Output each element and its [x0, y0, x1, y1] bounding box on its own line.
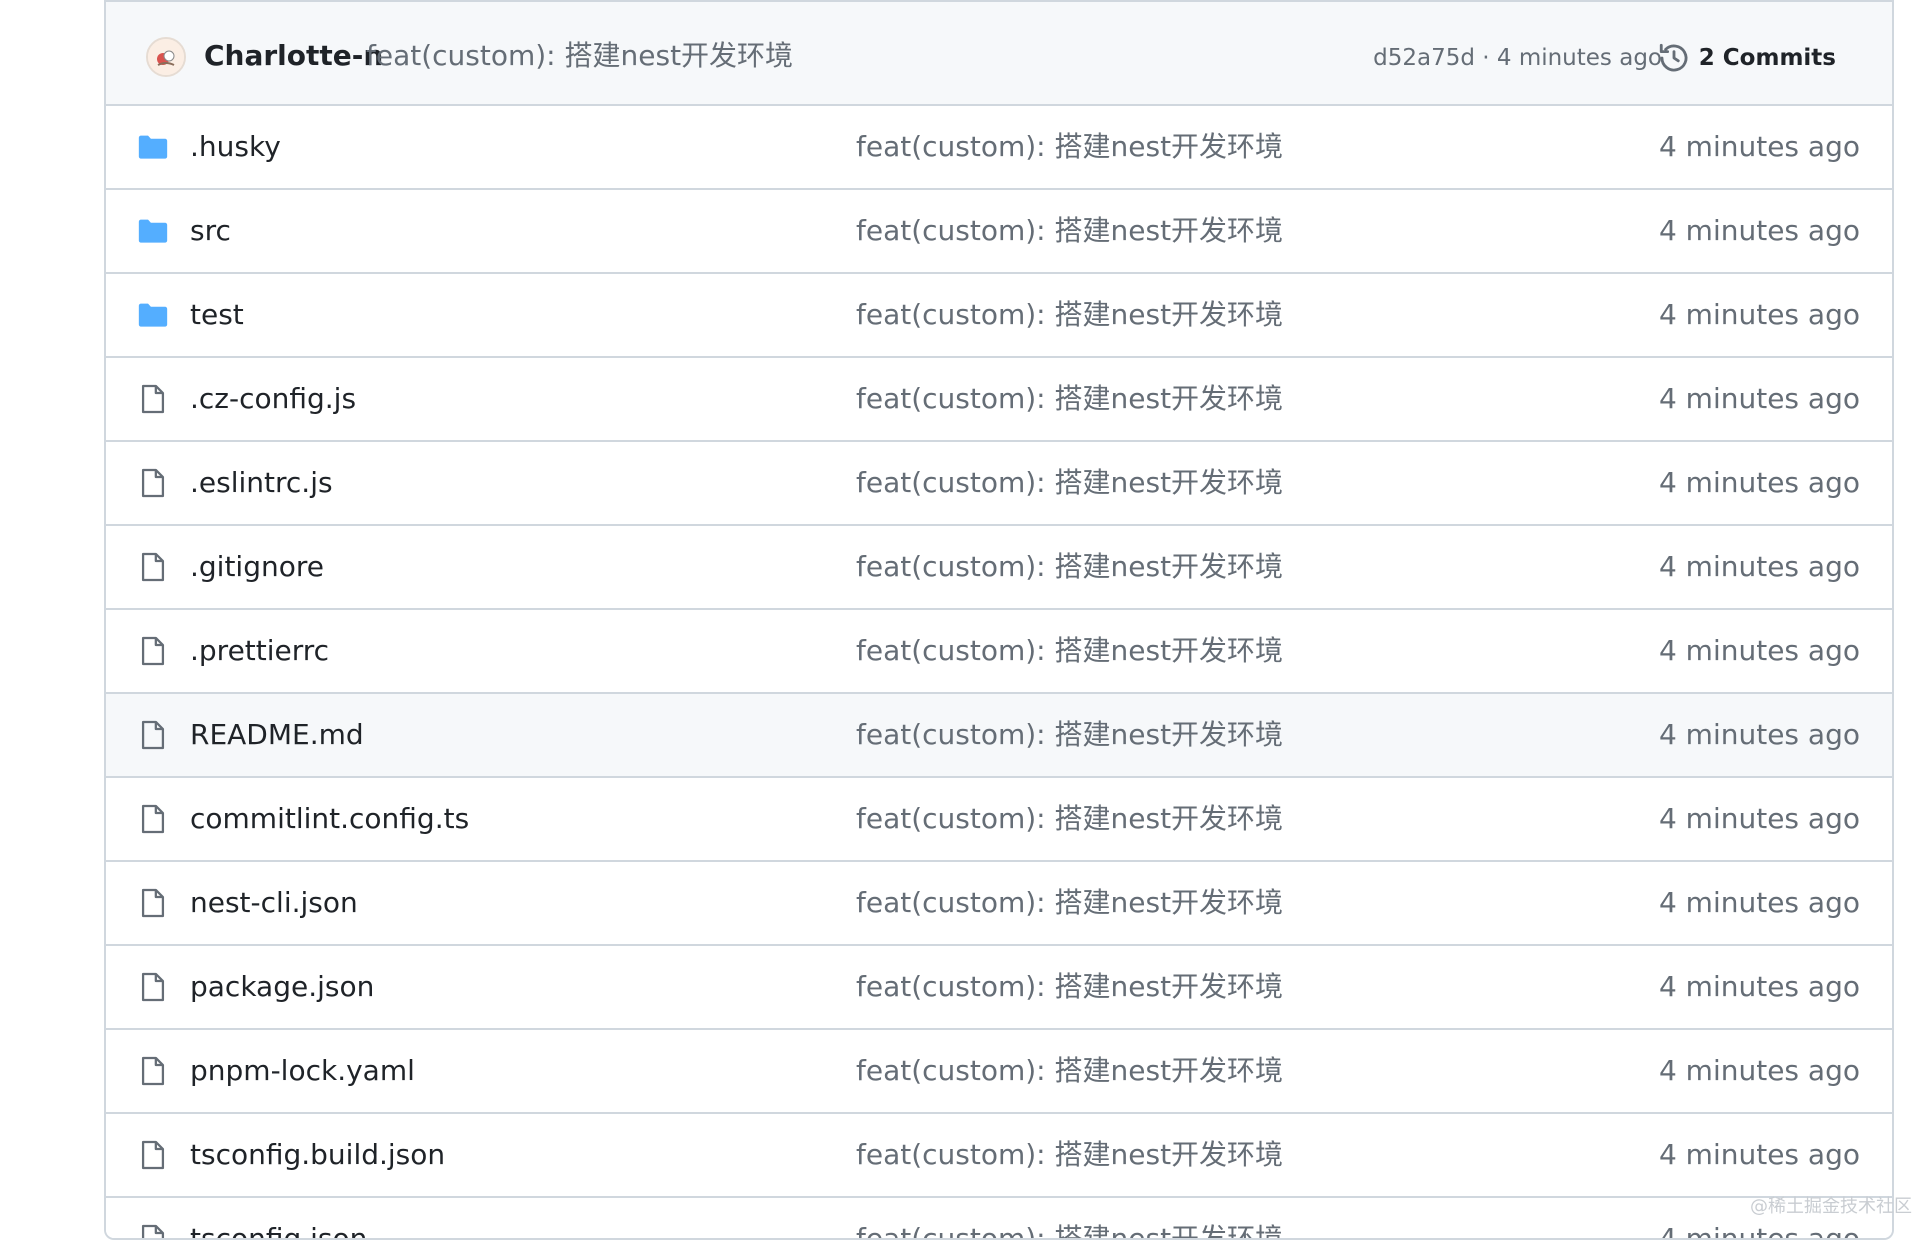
file-name-link[interactable]: pnpm-lock.yaml	[190, 1050, 415, 1092]
file-commit-age: 4 minutes ago	[1658, 634, 1860, 667]
file-commit-age: 4 minutes ago	[1658, 130, 1860, 163]
latest-commit-bar: Charlotte-n feat(custom): 搭建nest开发环境 d52…	[106, 0, 1892, 106]
history-icon	[1657, 41, 1691, 75]
file-name-link[interactable]: test	[190, 294, 244, 336]
file-commit-message[interactable]: feat(custom): 搭建nest开发环境	[856, 714, 1283, 756]
file-name-link[interactable]: .husky	[190, 126, 281, 168]
file-commit-message[interactable]: feat(custom): 搭建nest开发环境	[856, 126, 1283, 168]
file-commit-message[interactable]: feat(custom): 搭建nest开发环境	[856, 462, 1283, 504]
file-commit-message[interactable]: feat(custom): 搭建nest开发环境	[856, 1050, 1283, 1092]
file-icon	[136, 802, 170, 836]
file-icon	[136, 1138, 170, 1172]
file-row[interactable]: .prettierrc feat(custom): 搭建nest开发环境 4 min…	[106, 610, 1892, 694]
file-row[interactable]: tsconfig.build.json feat(custom): 搭建nest开…	[106, 1114, 1892, 1198]
file-name-link[interactable]: src	[190, 210, 231, 252]
file-name-link[interactable]: package.json	[190, 966, 374, 1008]
file-row[interactable]: commitlint.config.ts feat(custom): 搭建nest…	[106, 778, 1892, 862]
author-avatar[interactable]	[146, 37, 186, 77]
folder-icon	[136, 130, 170, 164]
file-commit-age: 4 minutes ago	[1658, 382, 1860, 415]
file-icon	[136, 1054, 170, 1088]
folder-icon	[136, 298, 170, 332]
file-list: .husky feat(custom): 搭建nest开发环境 4 minutes …	[106, 106, 1892, 1240]
file-name-link[interactable]: .eslintrc.js	[190, 462, 333, 504]
file-commit-age: 4 minutes ago	[1658, 886, 1860, 919]
file-commit-message[interactable]: feat(custom): 搭建nest开发环境	[856, 882, 1283, 924]
file-browser: Charlotte-n feat(custom): 搭建nest开发环境 d52…	[104, 0, 1894, 1240]
file-name-link[interactable]: commitlint.config.ts	[190, 798, 469, 840]
file-name-link[interactable]: tsconfig.build.json	[190, 1134, 445, 1176]
file-commit-age: 4 minutes ago	[1658, 718, 1860, 751]
file-icon	[136, 466, 170, 500]
file-name-link[interactable]: .prettierrc	[190, 630, 329, 672]
commit-author[interactable]: Charlotte-n	[204, 36, 383, 76]
file-icon	[136, 634, 170, 668]
file-commit-age: 4 minutes ago	[1658, 214, 1860, 247]
file-row[interactable]: src feat(custom): 搭建nest开发环境 4 minutes ago	[106, 190, 1892, 274]
file-name-link[interactable]: nest-cli.json	[190, 882, 358, 924]
file-commit-message[interactable]: feat(custom): 搭建nest开发环境	[856, 294, 1283, 336]
commit-hash-time[interactable]: d52a75d · 4 minutes ago	[1373, 38, 1662, 78]
file-icon	[136, 718, 170, 752]
file-row[interactable]: .husky feat(custom): 搭建nest开发环境 4 minutes …	[106, 106, 1892, 190]
file-row[interactable]: .cz-config.js feat(custom): 搭建nest开发环境 4 m…	[106, 358, 1892, 442]
file-commit-message[interactable]: feat(custom): 搭建nest开发环境	[856, 546, 1283, 588]
watermark: @稀土掘金技术社区	[1750, 1196, 1912, 1217]
file-commit-message[interactable]: feat(custom): 搭建nest开发环境	[856, 1218, 1283, 1238]
file-commit-age: 4 minutes ago	[1658, 970, 1860, 1003]
file-name-link[interactable]: .cz-config.js	[190, 378, 356, 420]
file-icon	[136, 382, 170, 416]
file-name-link[interactable]: .gitignore	[190, 546, 324, 588]
file-commit-message[interactable]: feat(custom): 搭建nest开发环境	[856, 798, 1283, 840]
file-commit-age: 4 minutes ago	[1658, 466, 1860, 499]
file-icon	[136, 970, 170, 1004]
file-row[interactable]: .eslintrc.js feat(custom): 搭建nest开发环境 4 mi…	[106, 442, 1892, 526]
file-commit-age: 4 minutes ago	[1658, 298, 1860, 331]
file-commit-message[interactable]: feat(custom): 搭建nest开发环境	[856, 966, 1283, 1008]
file-row[interactable]: pnpm-lock.yaml feat(custom): 搭建nest开发环境 4 …	[106, 1030, 1892, 1114]
latest-commit-message[interactable]: feat(custom): 搭建nest开发环境	[366, 36, 793, 76]
file-commit-age: 4 minutes ago	[1658, 550, 1860, 583]
file-commit-age: 4 minutes ago	[1658, 1138, 1860, 1171]
file-name-link[interactable]: tsconfig.json	[190, 1218, 367, 1238]
file-commit-age: 4 minutes ago	[1658, 1054, 1860, 1087]
file-row[interactable]: package.json feat(custom): 搭建nest开发环境 4 mi…	[106, 946, 1892, 1030]
commits-count-link[interactable]: 2 Commits	[1657, 38, 1836, 78]
file-icon	[136, 550, 170, 584]
file-row[interactable]: test feat(custom): 搭建nest开发环境 4 minutes ag…	[106, 274, 1892, 358]
file-commit-age: 4 minutes ago	[1658, 1222, 1860, 1240]
file-commit-message[interactable]: feat(custom): 搭建nest开发环境	[856, 378, 1283, 420]
file-commit-age: 4 minutes ago	[1658, 802, 1860, 835]
file-icon	[136, 1222, 170, 1238]
file-row[interactable]: nest-cli.json feat(custom): 搭建nest开发环境 4 m…	[106, 862, 1892, 946]
file-icon	[136, 886, 170, 920]
folder-icon	[136, 214, 170, 248]
file-row[interactable]: tsconfig.json feat(custom): 搭建nest开发环境 4 m…	[106, 1198, 1892, 1240]
file-commit-message[interactable]: feat(custom): 搭建nest开发环境	[856, 630, 1283, 672]
file-commit-message[interactable]: feat(custom): 搭建nest开发环境	[856, 210, 1283, 252]
commits-count-label: 2 Commits	[1698, 45, 1836, 71]
file-name-link[interactable]: README.md	[190, 714, 364, 756]
file-commit-message[interactable]: feat(custom): 搭建nest开发环境	[856, 1134, 1283, 1176]
file-row[interactable]: .gitignore feat(custom): 搭建nest开发环境 4 minu…	[106, 526, 1892, 610]
file-row[interactable]: README.md feat(custom): 搭建nest开发环境 4 minut…	[106, 694, 1892, 778]
